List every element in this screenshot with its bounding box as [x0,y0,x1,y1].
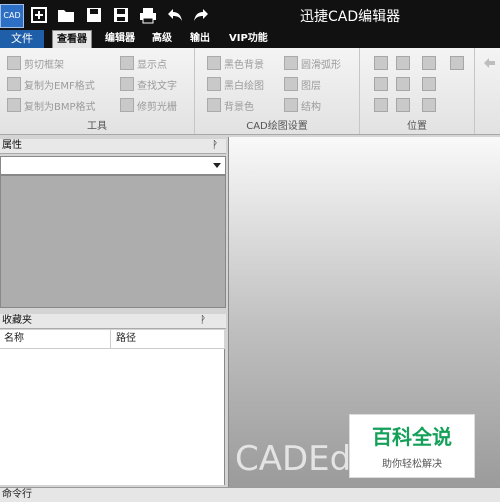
chevron-down-icon [213,163,221,168]
column-divider[interactable] [110,330,111,348]
smooth-arc-button[interactable]: 圆滑弧形 [284,56,341,72]
tab-vip[interactable]: VIP功能 [229,30,268,48]
command-line-bar: 命令行 [0,487,500,502]
find-text-button[interactable]: 查找文字 [120,77,177,93]
ribbon-group-label: 位置 [407,121,427,132]
zoom-rect-icon[interactable] [374,56,388,70]
command-line-label: 命令行 [2,489,32,500]
file-menu-button[interactable]: 文件 [0,30,44,48]
window-title: 迅捷CAD编辑器 [300,9,401,25]
clip-frame-button[interactable]: 剪切框架 [7,56,64,72]
pin-icon[interactable]: ᚹ [212,139,218,153]
copy-bmp-button[interactable]: 复制为BMP格式 [7,98,96,114]
pan-hand-icon[interactable] [450,56,464,70]
rotate-icon[interactable] [374,98,388,112]
properties-title: 属性 [2,140,22,151]
app-icon[interactable]: CAD [0,4,24,28]
copy-emf-button[interactable]: 复制为EMF格式 [7,77,95,93]
badge-title: 百科全说 [372,425,452,449]
ribbon-group-position: 位置 [360,48,475,134]
black-background-button[interactable]: 黑色背景 [207,56,264,72]
layers-button[interactable]: 图层 [284,77,321,93]
zoom-in-icon[interactable] [422,56,436,70]
find-text-icon [120,77,134,91]
save-icon[interactable] [85,6,103,24]
zoom-out-icon[interactable] [422,77,436,91]
new-file-icon[interactable] [30,6,48,24]
zoom-previous-icon[interactable] [396,98,410,112]
black-background-icon [207,56,221,70]
ribbon-group-label: CAD绘图设置 [246,121,308,132]
redo-icon[interactable] [192,6,210,24]
layers-icon [284,77,298,91]
fit-all-icon[interactable] [396,77,410,91]
clip-frame-icon [7,56,21,70]
zoom-dropdown-icon[interactable] [422,98,436,112]
save-as-icon[interactable] [112,6,130,24]
copy-emf-icon [7,77,21,91]
tab-output[interactable]: 输出 [190,30,210,48]
ribbon: 剪切框架 复制为EMF格式 复制为BMP格式 显示点 查找文字 修剪光栅 工具 … [0,48,500,135]
ribbon-group-cad-settings: 黑色背景 黑白绘图 背景色 圆滑弧形 图层 结构 CAD绘图设置 [195,48,360,134]
favorites-list [0,349,225,485]
column-name[interactable]: 名称 [4,330,24,348]
copy-bmp-icon [7,98,21,112]
ribbon-group-tools: 剪切框架 复制为EMF格式 复制为BMP格式 显示点 查找文字 修剪光栅 工具 [0,48,195,134]
watermark-badge: 百科全说 助你轻松解决 [349,414,475,478]
open-folder-icon[interactable] [57,6,75,24]
tab-editor[interactable]: 编辑器 [105,30,135,48]
structure-icon [284,98,298,112]
smooth-arc-icon [284,56,298,70]
back-arrow-icon[interactable] [482,56,496,70]
badge-subtitle: 助你轻松解决 [382,459,442,470]
pin-icon[interactable]: ᚹ [200,314,206,328]
favorites-column-header: 名称 路径 [0,330,224,349]
tab-advanced[interactable]: 高级 [152,30,172,48]
structure-button[interactable]: 结构 [284,98,321,114]
tab-viewer[interactable]: 查看器 [52,30,92,49]
black-white-drawing-button[interactable]: 黑白绘图 [207,77,264,93]
show-points-icon [120,56,134,70]
undo-icon[interactable] [166,6,184,24]
background-color-icon [207,98,221,112]
print-icon[interactable] [139,6,157,24]
zoom-window-icon[interactable] [396,56,410,70]
properties-grid [0,175,226,308]
title-bar: CAD 迅捷CAD编辑器 [0,0,500,30]
ribbon-tab-bar: 文件 查看器 编辑器 高级 输出 VIP功能 [0,30,500,49]
background-color-button[interactable]: 背景色 [207,98,254,114]
favorites-title: 收藏夹 [2,315,32,326]
trim-raster-icon [120,98,134,112]
favorites-panel-header: 收藏夹 ᚹ [0,314,226,329]
black-white-icon [207,77,221,91]
fit-width-icon[interactable] [374,77,388,91]
column-path[interactable]: 路径 [116,330,136,348]
properties-object-select[interactable] [0,156,226,175]
ribbon-group-label: 工具 [87,121,107,132]
properties-panel-header: 属性 ᚹ [0,139,226,154]
show-points-button[interactable]: 显示点 [120,56,167,72]
trim-raster-button[interactable]: 修剪光栅 [120,98,177,114]
